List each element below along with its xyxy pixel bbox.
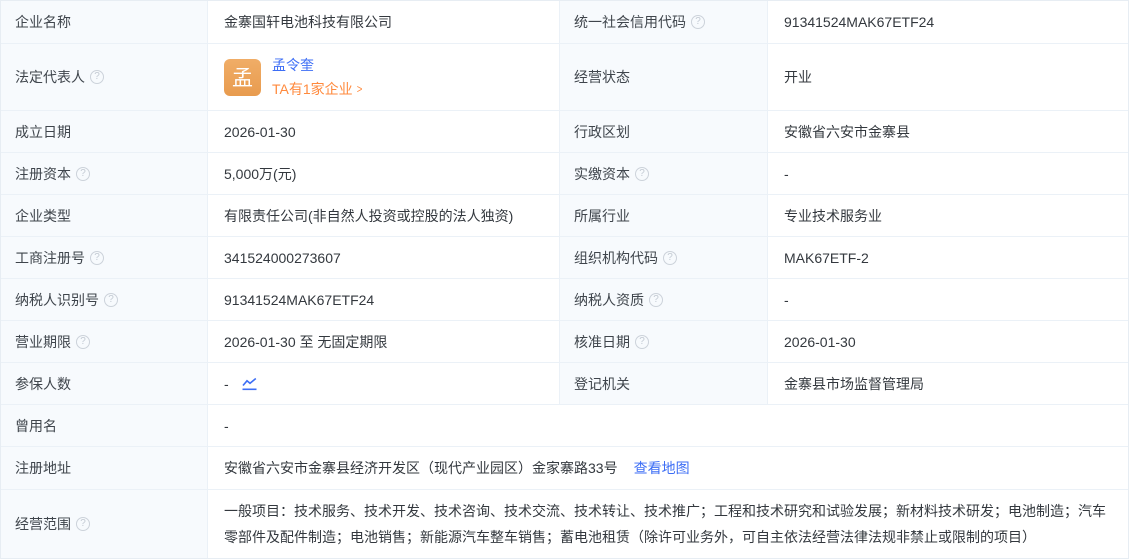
value-credit-code: 91341524MAK67ETF24 (768, 1, 1128, 44)
value-establish-date: 2026-01-30 (208, 111, 560, 153)
value-business-status: 开业 (768, 44, 1128, 111)
help-icon[interactable]: ? (76, 517, 90, 531)
value-taxpayer-id: 91341524MAK67ETF24 (208, 279, 560, 321)
value-admin-division: 安徽省六安市金寨县 (768, 111, 1128, 153)
help-icon[interactable]: ? (649, 293, 663, 307)
insured-trend-chart-icon[interactable] (241, 377, 258, 391)
value-insured-staff: - (208, 363, 560, 405)
value-approval-date: 2026-01-30 (768, 321, 1128, 363)
view-map-link[interactable]: 查看地图 (634, 458, 690, 478)
value-industry: 专业技术服务业 (768, 195, 1128, 237)
label-company-name: 企业名称 (1, 1, 208, 44)
value-company-name: 金寨国轩电池科技有限公司 (208, 1, 560, 44)
value-paidin-capital: - (768, 153, 1128, 195)
label-approval-date: 核准日期 ? (560, 321, 768, 363)
help-icon[interactable]: ? (691, 15, 705, 29)
label-company-type: 企业类型 (1, 195, 208, 237)
help-icon[interactable]: ? (635, 335, 649, 349)
label-registration-number: 工商注册号 ? (1, 237, 208, 279)
representative-name-link[interactable]: 孟令奎 (272, 55, 363, 75)
label-former-name: 曾用名 (1, 405, 208, 447)
value-registered-address: 安徽省六安市金寨县经济开发区（现代产业园区）金家寨路33号 查看地图 (208, 447, 1128, 490)
help-icon[interactable]: ? (663, 251, 677, 265)
chevron-right-icon: > (356, 82, 362, 96)
label-industry: 所属行业 (560, 195, 768, 237)
label-establish-date: 成立日期 (1, 111, 208, 153)
help-icon[interactable]: ? (635, 167, 649, 181)
label-insured-staff: 参保人数 (1, 363, 208, 405)
label-business-status: 经营状态 (560, 44, 768, 111)
label-paidin-capital: 实缴资本 ? (560, 153, 768, 195)
label-taxpayer-id: 纳税人识别号 ? (1, 279, 208, 321)
help-icon[interactable]: ? (90, 251, 104, 265)
label-credit-code: 统一社会信用代码 ? (560, 1, 768, 44)
label-registration-authority: 登记机关 (560, 363, 768, 405)
value-former-name: - (208, 405, 1128, 447)
value-business-term: 2026-01-30 至 无固定期限 (208, 321, 560, 363)
label-legal-representative: 法定代表人 ? (1, 44, 208, 111)
value-org-code: MAK67ETF-2 (768, 237, 1128, 279)
value-legal-representative: 孟 孟令奎 TA有1家企业 > (208, 44, 560, 111)
label-admin-division: 行政区划 (560, 111, 768, 153)
company-info-table: 企业名称 金寨国轩电池科技有限公司 统一社会信用代码 ? 91341524MAK… (0, 0, 1129, 559)
help-icon[interactable]: ? (76, 335, 90, 349)
help-icon[interactable]: ? (90, 70, 104, 84)
value-registration-authority: 金寨县市场监督管理局 (768, 363, 1128, 405)
label-registered-capital: 注册资本 ? (1, 153, 208, 195)
value-company-type: 有限责任公司(非自然人投资或控股的法人独资) (208, 195, 560, 237)
label-org-code: 组织机构代码 ? (560, 237, 768, 279)
label-taxpayer-qualification: 纳税人资质 ? (560, 279, 768, 321)
label-business-term: 营业期限 ? (1, 321, 208, 363)
value-taxpayer-qualification: - (768, 279, 1128, 321)
help-icon[interactable]: ? (76, 167, 90, 181)
value-business-scope: 一般项目：技术服务、技术开发、技术咨询、技术交流、技术转让、技术推广；工程和技术… (208, 490, 1128, 558)
label-business-scope: 经营范围 ? (1, 490, 208, 558)
label-registered-address: 注册地址 (1, 447, 208, 490)
representative-avatar[interactable]: 孟 (224, 59, 261, 96)
value-registration-number: 341524000273607 (208, 237, 560, 279)
representative-companies-link[interactable]: TA有1家企业 > (272, 79, 363, 99)
help-icon[interactable]: ? (104, 293, 118, 307)
value-registered-capital: 5,000万(元) (208, 153, 560, 195)
